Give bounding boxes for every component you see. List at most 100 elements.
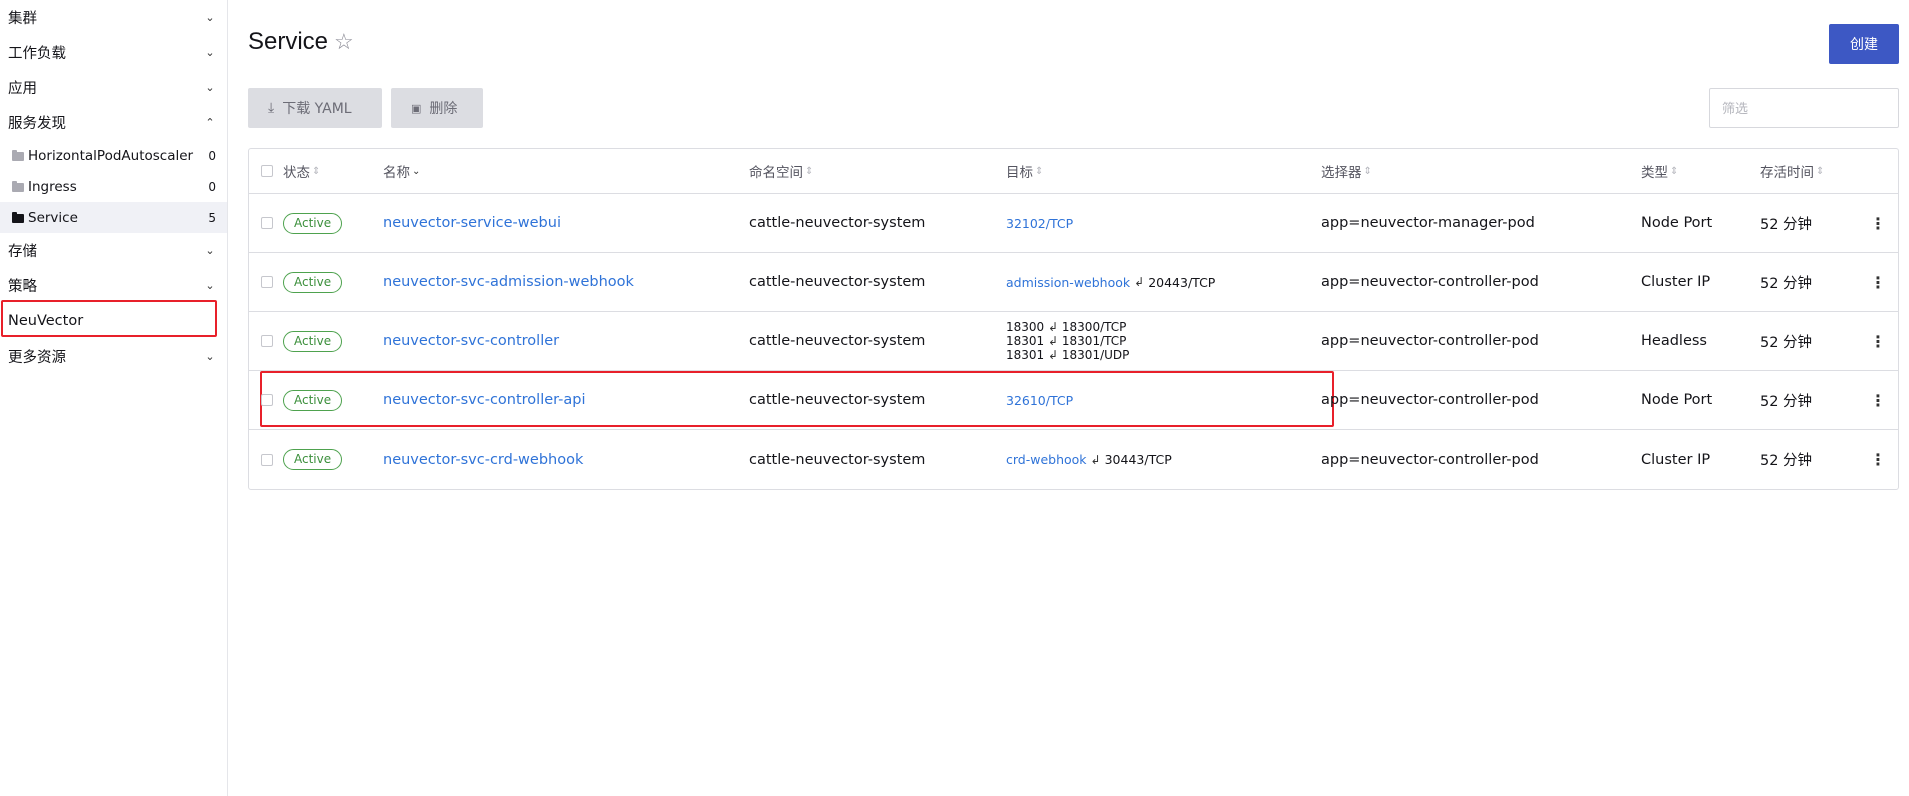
column-header-namespace[interactable]: 命名空间 ⇕: [749, 149, 813, 193]
star-icon[interactable]: ☆: [334, 29, 354, 55]
nav-group-apps[interactable]: 应用 ⌄: [0, 70, 227, 105]
download-yaml-button[interactable]: ⤓ 下载 YAML: [248, 88, 382, 128]
nav-group-cluster[interactable]: 集群 ⌄: [0, 0, 227, 35]
sidebar-item-service[interactable]: Service 5: [0, 202, 227, 233]
table-row: Active neuvector-svc-controller cattle-n…: [249, 312, 1898, 371]
nav-group-label: 更多资源: [8, 350, 66, 366]
row-checkbox[interactable]: [261, 335, 273, 347]
nav-group-label: 集群: [8, 11, 37, 27]
column-header-target[interactable]: 目标 ⇕: [1006, 149, 1043, 193]
target-link[interactable]: crd-webhook: [1006, 452, 1087, 467]
filter-input[interactable]: [1709, 88, 1899, 128]
nav-group-label: 工作负载: [8, 46, 66, 62]
sidebar-item-label: HorizontalPodAutoscaler: [28, 147, 194, 164]
target-port: 20443/TCP: [1148, 274, 1216, 290]
status-badge: Active: [283, 212, 343, 234]
chevron-down-icon: ⌄: [205, 81, 215, 94]
more-actions-icon[interactable]: ⋮: [1870, 450, 1886, 469]
nav-group-label: 策略: [8, 279, 37, 295]
namespace-value: cattle-neuvector-system: [749, 215, 926, 231]
sidebar-item-ingress[interactable]: Ingress 0: [0, 171, 227, 202]
selector-value: app=neuvector-manager-pod: [1321, 215, 1535, 231]
service-name-link[interactable]: neuvector-svc-admission-webhook: [383, 274, 634, 290]
sidebar-item-neuvector[interactable]: NeuVector: [0, 303, 227, 339]
target-link[interactable]: 32610/TCP: [1006, 393, 1073, 408]
folder-icon: [12, 149, 24, 161]
target-port-list: 18300 ↲ 18300/TCP 18301 ↲ 18301/TCP 1830…: [1006, 320, 1129, 362]
port-from: 18301: [1006, 334, 1045, 348]
port-mapping-icon: ↲: [1048, 348, 1059, 362]
namespace-value: cattle-neuvector-system: [749, 392, 926, 408]
table-row: Active neuvector-svc-crd-webhook cattle-…: [249, 430, 1898, 489]
download-icon: ⤓: [268, 100, 275, 116]
column-header-name[interactable]: 名称 ⌄: [383, 149, 420, 193]
column-header-label: 命名空间: [749, 165, 803, 181]
column-header-label: 目标: [1006, 165, 1033, 181]
column-header-selector[interactable]: 选择器 ⇕: [1321, 149, 1372, 193]
more-actions-icon[interactable]: ⋮: [1870, 332, 1886, 351]
row-checkbox[interactable]: [261, 453, 273, 466]
nav-group-label: 存储: [8, 244, 37, 260]
status-badge: Active: [283, 330, 343, 352]
delete-label: 删除: [429, 101, 458, 117]
sidebar-item-hpa[interactable]: HorizontalPodAutoscaler 0: [0, 140, 227, 171]
port-mapping: 18300 ↲ 18300/TCP: [1006, 320, 1129, 334]
page-title-text: Service: [248, 28, 329, 55]
nav-group-label: 服务发现: [8, 116, 66, 132]
nav-group-more-resources[interactable]: 更多资源 ⌄: [0, 339, 227, 374]
more-actions-icon[interactable]: ⋮: [1870, 391, 1886, 410]
sort-icon: ⇕: [1363, 165, 1372, 177]
age-value: 52 分钟: [1760, 275, 1813, 292]
target-link[interactable]: admission-webhook: [1006, 275, 1130, 290]
row-checkbox[interactable]: [261, 276, 273, 288]
column-header-age[interactable]: 存活时间 ⇕: [1760, 149, 1824, 193]
sidebar-item-count: 5: [208, 210, 216, 225]
column-header-type[interactable]: 类型 ⇕: [1641, 149, 1678, 193]
row-checkbox[interactable]: [261, 394, 273, 406]
row-checkbox[interactable]: [261, 217, 273, 229]
select-all-checkbox[interactable]: [261, 165, 273, 177]
nav-group-workload[interactable]: 工作负载 ⌄: [0, 35, 227, 70]
more-actions-icon[interactable]: ⋮: [1870, 214, 1886, 233]
port-mapping: 18301 ↲ 18301/TCP: [1006, 334, 1129, 348]
nav-group-service-discovery[interactable]: 服务发现 ⌃: [0, 105, 227, 140]
age-value: 52 分钟: [1760, 393, 1813, 410]
sort-icon: ⇕: [1035, 165, 1044, 177]
download-yaml-label: 下载 YAML: [282, 101, 352, 117]
port-mapping-icon: ↲: [1048, 320, 1059, 334]
port-to: 18301/TCP: [1061, 334, 1127, 348]
chevron-up-icon: ⌃: [205, 116, 215, 129]
service-name-link[interactable]: neuvector-svc-crd-webhook: [383, 452, 583, 468]
column-header-label: 类型: [1641, 165, 1668, 181]
column-header-state[interactable]: 状态 ⇕: [283, 149, 320, 193]
table-header: 状态 ⇕ 名称 ⌄ 命名空间 ⇕ 目标 ⇕ 选择器 ⇕ 类型 ⇕ 存活时间 ⇕: [249, 149, 1898, 194]
status-badge: Active: [283, 449, 343, 470]
status-badge: Active: [283, 389, 343, 411]
delete-button[interactable]: ▣ 删除: [391, 88, 483, 128]
service-name-link[interactable]: neuvector-svc-controller-api: [383, 392, 586, 408]
create-button[interactable]: 创建: [1829, 24, 1899, 64]
column-header-label: 名称: [383, 165, 410, 181]
sort-icon: ⇕: [1816, 165, 1825, 177]
table-row: Active neuvector-svc-admission-webhook c…: [249, 253, 1898, 312]
target-link[interactable]: 32102/TCP: [1006, 216, 1073, 231]
namespace-value: cattle-neuvector-system: [749, 333, 926, 349]
services-table: 状态 ⇕ 名称 ⌄ 命名空间 ⇕ 目标 ⇕ 选择器 ⇕ 类型 ⇕ 存活时间 ⇕ Active …: [248, 148, 1899, 490]
type-value: Cluster IP: [1641, 451, 1711, 468]
service-name-link[interactable]: neuvector-service-webui: [383, 215, 561, 231]
type-value: Headless: [1641, 333, 1707, 349]
selector-value: app=neuvector-controller-pod: [1321, 333, 1539, 349]
nav-group-storage[interactable]: 存储 ⌄: [0, 233, 227, 268]
port-from: 18300: [1006, 320, 1045, 334]
table-row: Active neuvector-service-webui cattle-ne…: [249, 194, 1898, 253]
sort-icon: ⇕: [805, 165, 814, 177]
selector-value: app=neuvector-controller-pod: [1321, 451, 1539, 468]
chevron-down-icon: ⌄: [205, 244, 215, 257]
more-actions-icon[interactable]: ⋮: [1870, 273, 1886, 292]
service-name-link[interactable]: neuvector-svc-controller: [383, 333, 559, 349]
age-value: 52 分钟: [1760, 216, 1813, 233]
selector-value: app=neuvector-controller-pod: [1321, 392, 1539, 408]
nav-group-policy[interactable]: 策略 ⌄: [0, 268, 227, 303]
chevron-down-icon: ⌄: [205, 46, 215, 59]
column-header-label: 状态: [283, 165, 310, 181]
